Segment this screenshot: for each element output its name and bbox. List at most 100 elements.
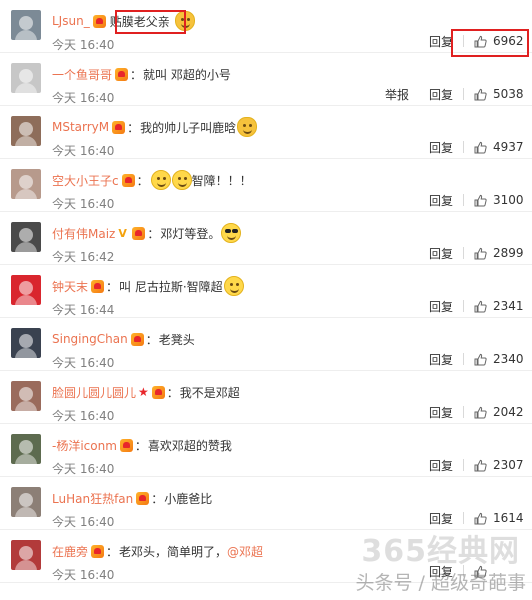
comment-row: MStarryM ：我的帅儿子叫鹿晗 今天 16:40 回复 4937 bbox=[0, 106, 532, 159]
reply-button[interactable]: 回复 bbox=[419, 192, 463, 209]
like-button[interactable]: 2340 bbox=[464, 352, 532, 366]
comment-time: 今天 16:40 bbox=[52, 568, 115, 582]
reply-button[interactable]: 回复 bbox=[419, 457, 463, 474]
user-avatar[interactable] bbox=[11, 540, 41, 570]
username-link[interactable]: 钟天末 bbox=[52, 278, 88, 295]
like-button[interactable]: 4937 bbox=[464, 140, 532, 154]
like-button[interactable]: 2341 bbox=[464, 299, 532, 313]
vip-badge-icon bbox=[112, 120, 126, 134]
comment-time: 今天 16:44 bbox=[52, 303, 115, 317]
comment-row: 付有伟Maiz V ：邓灯等登。 今天 16:42 回复 2899 bbox=[0, 212, 532, 265]
username-link[interactable]: MStarryM bbox=[52, 120, 109, 134]
avatar-face-icon bbox=[19, 122, 33, 136]
like-button[interactable]: 2307 bbox=[464, 458, 532, 472]
comment-actions: 回复 2307 bbox=[419, 456, 532, 474]
comment-colon: ： bbox=[136, 173, 149, 188]
like-button[interactable]: 3100 bbox=[464, 193, 532, 207]
user-avatar[interactable] bbox=[11, 222, 41, 252]
user-avatar[interactable] bbox=[11, 275, 41, 305]
highlight-box-comment bbox=[115, 10, 186, 34]
username-link[interactable]: -杨洋iconm bbox=[52, 437, 117, 454]
comment-line: 钟天末 ：叫 尼古拉斯·智障超 bbox=[52, 276, 244, 296]
user-avatar[interactable] bbox=[11, 169, 41, 199]
comment-colon: ： bbox=[147, 226, 160, 241]
user-avatar[interactable] bbox=[11, 63, 41, 93]
comment-colon: ： bbox=[106, 279, 119, 294]
reply-button[interactable]: 回复 bbox=[419, 351, 463, 368]
reply-button[interactable]: 回复 bbox=[419, 404, 463, 421]
comment-time: 今天 16:40 bbox=[52, 515, 115, 529]
thumbs-up-icon bbox=[474, 353, 487, 366]
avatar-face-icon bbox=[19, 281, 33, 295]
user-avatar[interactable] bbox=[11, 328, 41, 358]
reply-button[interactable]: 回复 bbox=[419, 298, 463, 315]
like-button[interactable]: 1614 bbox=[464, 511, 532, 525]
username-link[interactable]: 一个鱼哥哥 bbox=[52, 66, 112, 83]
comment-text: 小鹿爸比 bbox=[164, 491, 213, 506]
reply-button[interactable]: 回复 bbox=[419, 139, 463, 156]
vip-badge-icon bbox=[92, 14, 106, 28]
verified-v-icon: V bbox=[118, 226, 127, 240]
like-button[interactable] bbox=[464, 565, 532, 578]
thumbs-up-icon bbox=[474, 512, 487, 525]
comment-row: 脸圆儿圆儿圆儿 ★ ：我不是邓超 今天 16:40 回复 2042 bbox=[0, 371, 532, 424]
username-link[interactable]: LJsun_ bbox=[52, 14, 90, 28]
avatar-body-icon bbox=[15, 560, 37, 570]
thumbs-up-icon bbox=[474, 88, 487, 101]
vip-badge-icon bbox=[130, 332, 144, 346]
comment-actions: 回复 2899 bbox=[419, 244, 532, 262]
report-button[interactable]: 举报 bbox=[375, 86, 419, 103]
mention-link[interactable]: @邓超 bbox=[227, 543, 263, 560]
avatar-body-icon bbox=[15, 295, 37, 305]
vip-badge-icon bbox=[91, 279, 105, 293]
like-count: 4937 bbox=[493, 140, 524, 154]
vip-badge-icon bbox=[115, 67, 129, 81]
avatar-body-icon bbox=[15, 30, 37, 40]
user-avatar[interactable] bbox=[11, 434, 41, 464]
like-button[interactable]: 5038 bbox=[464, 87, 532, 101]
comment-actions: 回复 2341 bbox=[419, 297, 532, 315]
comment-time: 今天 16:40 bbox=[52, 38, 115, 52]
username-link[interactable]: 脸圆儿圆儿圆儿 bbox=[52, 384, 136, 401]
thumbs-up-icon bbox=[474, 459, 487, 472]
smile-emoji-icon bbox=[171, 170, 192, 190]
star-icon: ★ bbox=[138, 385, 149, 399]
like-button[interactable]: 2899 bbox=[464, 246, 532, 260]
comment-text: 我的帅儿子叫鹿晗 bbox=[140, 120, 237, 135]
comment-colon: ： bbox=[134, 438, 147, 453]
like-count: 2307 bbox=[493, 458, 524, 472]
reply-button[interactable]: 回复 bbox=[419, 86, 463, 103]
like-count: 5038 bbox=[493, 87, 524, 101]
avatar-body-icon bbox=[15, 401, 37, 411]
comment-actions: 举报 回复 5038 bbox=[375, 85, 532, 103]
user-avatar[interactable] bbox=[11, 10, 41, 40]
like-button[interactable]: 2042 bbox=[464, 405, 532, 419]
like-count: 2899 bbox=[493, 246, 524, 260]
avatar-face-icon bbox=[19, 440, 33, 454]
reply-button[interactable]: 回复 bbox=[419, 510, 463, 527]
username-link[interactable]: 空大小王子c bbox=[52, 172, 119, 189]
comment-text: 叫 尼古拉斯·智障超 bbox=[119, 279, 223, 294]
avatar-body-icon bbox=[15, 348, 37, 358]
username-link[interactable]: LuHan狂热fan bbox=[52, 490, 133, 507]
user-avatar[interactable] bbox=[11, 116, 41, 146]
comment-row: 在鹿旁 ：老邓头，简单明了， @邓超 今天 16:40 回复 bbox=[0, 530, 532, 583]
user-avatar[interactable] bbox=[11, 487, 41, 517]
username-link[interactable]: 付有伟Maiz bbox=[52, 225, 115, 242]
username-link[interactable]: 在鹿旁 bbox=[52, 543, 88, 560]
thumbs-up-icon bbox=[474, 565, 487, 578]
username-link[interactable]: SingingChan bbox=[52, 332, 128, 346]
user-avatar[interactable] bbox=[11, 381, 41, 411]
comment-row: LuHan狂热fan ：小鹿爸比今天 16:40 回复 1614 bbox=[0, 477, 532, 530]
comment-actions: 回复 2042 bbox=[419, 403, 532, 421]
avatar-body-icon bbox=[15, 189, 37, 199]
avatar-body-icon bbox=[15, 454, 37, 464]
comment-row: -杨洋iconm ：喜欢邓超的赞我 今天 16:40 回复 2307 bbox=[0, 424, 532, 477]
comment-text: 我不是邓超 bbox=[179, 385, 240, 400]
reply-button[interactable]: 回复 bbox=[419, 245, 463, 262]
comment-line: LuHan狂热fan ：小鹿爸比 bbox=[52, 489, 212, 507]
reply-button[interactable]: 回复 bbox=[419, 563, 463, 580]
cool-emoji-icon bbox=[221, 223, 242, 243]
vip-badge-icon bbox=[121, 173, 135, 187]
comment-colon: ： bbox=[166, 385, 179, 400]
